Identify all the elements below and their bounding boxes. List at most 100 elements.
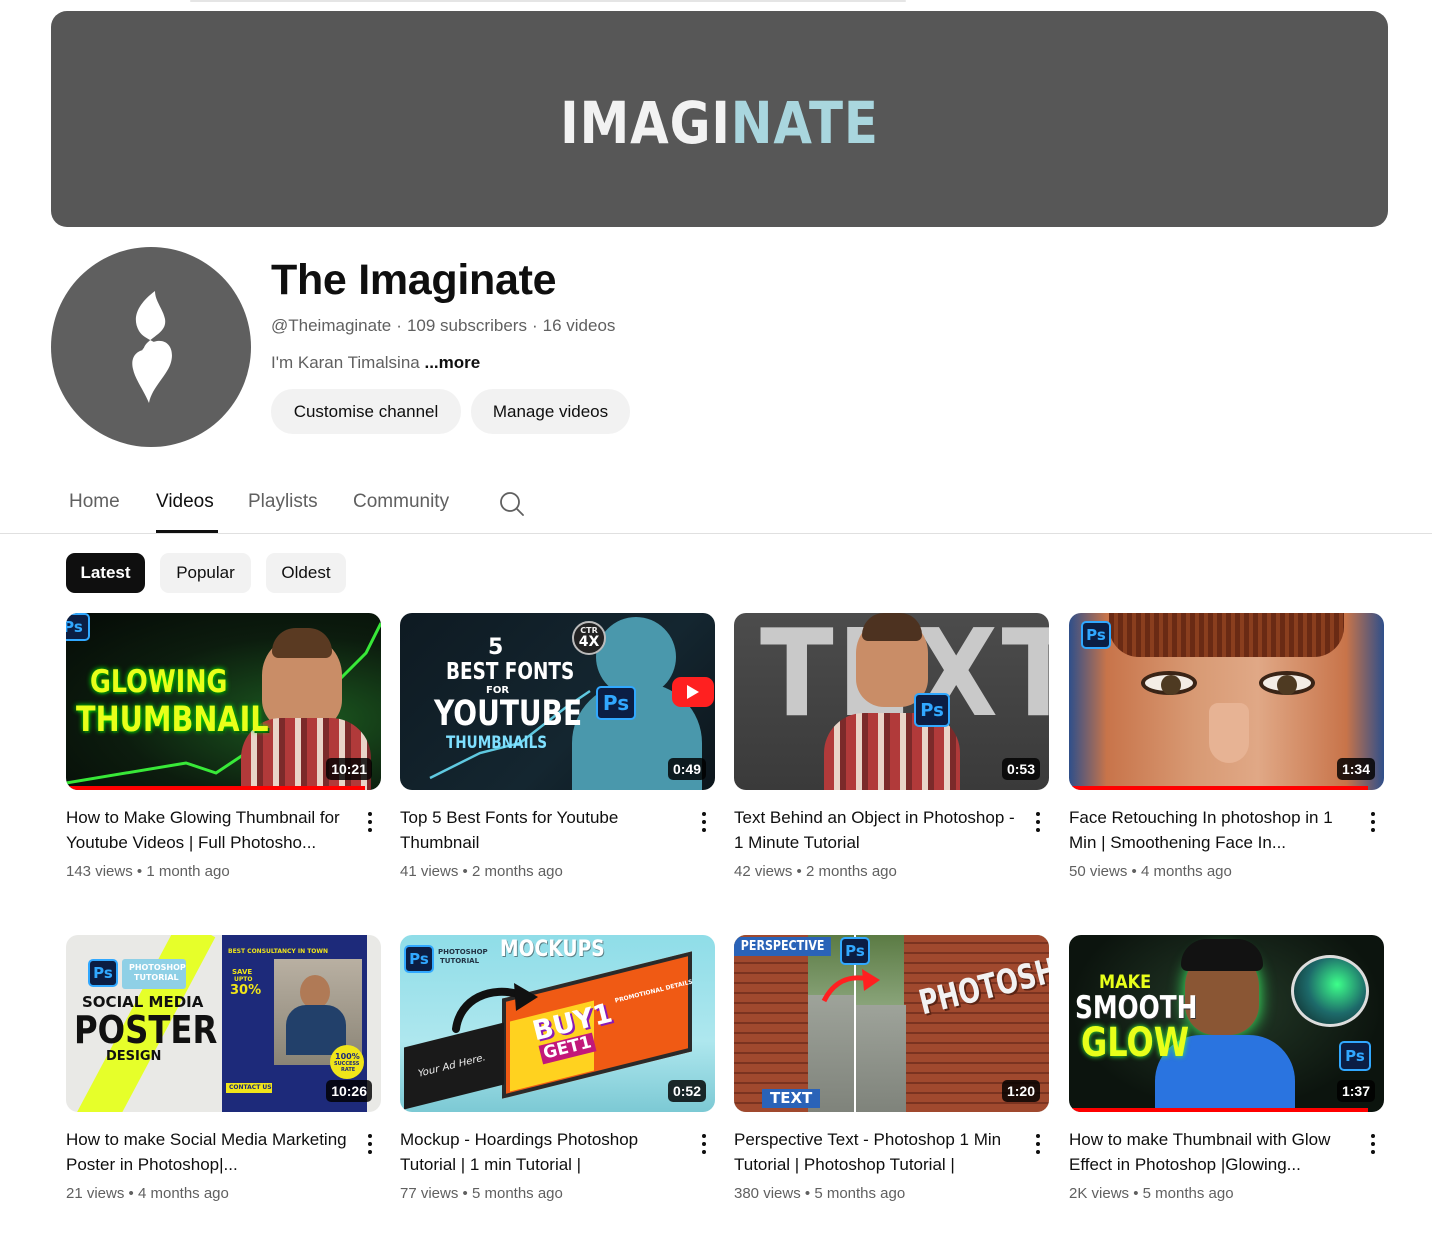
contact-bar: CONTACT US	[226, 1083, 272, 1093]
thumb-text-line2: THUMBNAIL	[76, 700, 269, 740]
person-hair	[1181, 939, 1263, 971]
video-duration: 0:49	[667, 758, 706, 780]
manage-videos-button[interactable]: Manage videos	[471, 389, 630, 434]
more-vert-icon[interactable]	[1365, 1132, 1381, 1156]
channel-description[interactable]: I'm Karan Timalsina ...more	[271, 353, 480, 373]
meta-separator: ·	[531, 316, 538, 335]
description-text: I'm Karan Timalsina	[271, 353, 420, 372]
video-thumbnail[interactable]: PHOTOSHOP PERSPECTIVE Ps TEXT 1:20	[734, 935, 1049, 1112]
photoshop-badge-icon: Ps	[1081, 621, 1111, 649]
meta-separator: •	[136, 863, 143, 880]
description-more-link[interactable]: ...more	[424, 353, 480, 372]
customise-channel-button[interactable]: Customise channel	[271, 389, 461, 434]
upload-age: 5 months ago	[1142, 1185, 1234, 1202]
video-meta: 77 views • 5 months ago	[400, 1185, 563, 1202]
channel-name: The Imaginate	[271, 256, 557, 304]
chip-latest[interactable]: Latest	[66, 553, 145, 593]
photoshop-badge-icon: Ps	[914, 693, 950, 727]
thumb-number: 5	[488, 635, 504, 660]
video-thumbnail[interactable]: GLOWING THUMBNAIL Ps 10:21	[66, 613, 381, 790]
view-count: 2K views	[1069, 1185, 1130, 1202]
video-duration: 10:21	[326, 758, 372, 780]
person-hair	[272, 628, 332, 658]
more-vert-icon[interactable]	[1365, 810, 1381, 834]
video-duration: 0:53	[1001, 758, 1040, 780]
meta-separator: ·	[396, 316, 402, 335]
tab-playlists[interactable]: Playlists	[248, 491, 318, 513]
tab-home[interactable]: Home	[69, 491, 120, 513]
video-title[interactable]: Perspective Text - Photoshop 1 Min Tutor…	[734, 1127, 1024, 1177]
more-vert-icon[interactable]	[696, 1132, 712, 1156]
channel-avatar[interactable]	[51, 247, 251, 447]
video-card[interactable]: Ps 1:34 Face Retouching In photoshop in …	[1069, 613, 1384, 880]
glow-inset-circle	[1291, 955, 1369, 1027]
upload-age: 2 months ago	[471, 863, 563, 880]
video-card[interactable]: MAKE SMOOTH GLOW Ps 1:37 How to make Thu…	[1069, 935, 1384, 1202]
offer-percent: 30%	[230, 983, 262, 998]
thumb-title: MOCKUPS	[500, 937, 605, 962]
more-vert-icon[interactable]	[1030, 810, 1046, 834]
success-badge: 100% SUCCESS RATE	[330, 1045, 364, 1079]
tab-community[interactable]: Community	[353, 491, 449, 513]
more-vert-icon[interactable]	[362, 810, 378, 834]
more-vert-icon[interactable]	[362, 1132, 378, 1156]
video-title[interactable]: Mockup - Hoardings Photoshop Tutorial | …	[400, 1127, 690, 1177]
more-vert-icon[interactable]	[696, 810, 712, 834]
video-meta: 2K views • 5 months ago	[1069, 1185, 1234, 1202]
chip-popular[interactable]: Popular	[160, 553, 251, 593]
left-iris	[1161, 675, 1181, 695]
brick-wall-left	[734, 935, 808, 1112]
video-thumbnail[interactable]: TEXT Ps 0:53	[734, 613, 1049, 790]
upload-age: 1 month ago	[146, 863, 230, 880]
billboard-ad-text: Your Ad Here.	[418, 1052, 486, 1080]
view-count: 143 views	[66, 863, 133, 880]
channel-handle: @Theimaginate	[271, 316, 392, 335]
video-meta: 42 views • 2 months ago	[734, 863, 897, 880]
video-title[interactable]: Top 5 Best Fonts for Youtube Thumbnail	[400, 805, 690, 855]
video-card[interactable]: GLOWING THUMBNAIL Ps 10:21 How to Make G…	[66, 613, 381, 880]
video-thumbnail[interactable]: Ps 1:34	[1069, 613, 1384, 790]
thumb-text-line1: BEST FONTS	[446, 659, 575, 685]
chip-oldest[interactable]: Oldest	[266, 553, 346, 593]
more-vert-icon[interactable]	[1030, 1132, 1046, 1156]
photoshop-badge-icon: Ps	[88, 959, 118, 987]
upload-age: 4 months ago	[1140, 863, 1232, 880]
meta-separator: •	[1133, 1185, 1139, 1202]
video-thumbnail[interactable]: Ps PHOTOSHOP TUTORIAL SOCIAL MEDIA POSTE…	[66, 935, 381, 1112]
meta-separator: •	[796, 863, 802, 880]
video-card[interactable]: Ps CTR 4X 5 BEST FONTS FOR YOUTUBE THUMB…	[400, 613, 715, 880]
view-count: 380 views	[734, 1185, 801, 1202]
video-card[interactable]: Ps PHOTOSHOP TUTORIAL MOCKUPS BUY1 GET1 …	[400, 935, 715, 1202]
video-title[interactable]: How to Make Glowing Thumbnail for Youtub…	[66, 805, 356, 855]
active-tab-indicator	[156, 530, 218, 533]
video-thumbnail[interactable]: Ps CTR 4X 5 BEST FONTS FOR YOUTUBE THUMB…	[400, 613, 715, 790]
photoshop-badge-icon: Ps	[404, 945, 434, 973]
tag-line2: TUTORIAL	[440, 957, 480, 965]
thumb-text-line4: THUMBNAILS	[446, 733, 548, 753]
video-thumbnail[interactable]: Ps PHOTOSHOP TUTORIAL MOCKUPS BUY1 GET1 …	[400, 935, 715, 1112]
nose	[1209, 703, 1249, 763]
video-meta: 41 views • 2 months ago	[400, 863, 563, 880]
video-duration: 1:20	[1001, 1080, 1040, 1102]
video-title[interactable]: How to make Thumbnail with Glow Effect i…	[1069, 1127, 1359, 1177]
video-title[interactable]: How to make Social Media Marketing Poste…	[66, 1127, 356, 1177]
meta-separator: •	[462, 863, 468, 880]
video-thumbnail[interactable]: MAKE SMOOTH GLOW Ps 1:37	[1069, 935, 1384, 1112]
upload-age: 5 months ago	[471, 1185, 563, 1202]
thumb-text-line2: POSTER	[74, 1008, 218, 1052]
video-card[interactable]: TEXT Ps 0:53 Text Behind an Object in Ph…	[734, 613, 1049, 880]
video-title[interactable]: Text Behind an Object in Photoshop - 1 M…	[734, 805, 1024, 855]
video-card[interactable]: PHOTOSHOP PERSPECTIVE Ps TEXT 1:20 Persp…	[734, 935, 1049, 1202]
upload-age: 4 months ago	[137, 1185, 229, 1202]
search-icon[interactable]	[498, 490, 526, 518]
person-hair	[862, 613, 922, 641]
photoshop-badge-icon: Ps	[1339, 1041, 1371, 1071]
poster-headline: BEST CONSULTANCY IN TOWN	[228, 948, 329, 955]
video-meta: 21 views • 4 months ago	[66, 1185, 229, 1202]
tag-line1: PHOTOSHOP	[129, 963, 186, 972]
video-title[interactable]: Face Retouching In photoshop in 1 Min | …	[1069, 805, 1359, 855]
thumb-label-top: PERSPECTIVE	[734, 937, 832, 956]
tab-videos[interactable]: Videos	[156, 491, 214, 513]
video-card[interactable]: Ps PHOTOSHOP TUTORIAL SOCIAL MEDIA POSTE…	[66, 935, 381, 1202]
thumb-text-line3: DESIGN	[106, 1049, 162, 1064]
